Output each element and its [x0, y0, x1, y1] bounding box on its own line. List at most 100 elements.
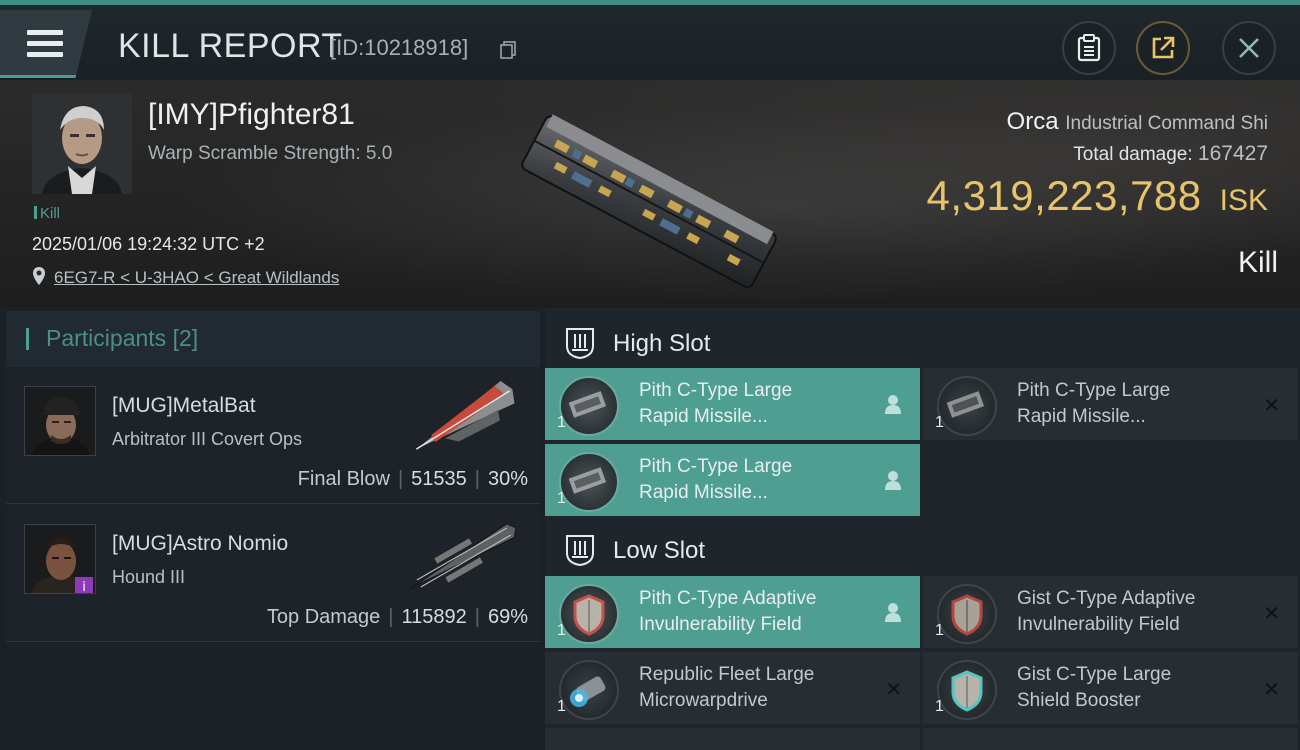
- module-name: Republic Fleet Large Microwarpdrive: [639, 662, 869, 714]
- clipboard-button[interactable]: [1062, 21, 1116, 75]
- participant-row[interactable]: i [MUG]Astro Nomio Hound III Top Damage |…: [6, 506, 540, 642]
- module-quantity: 1: [557, 490, 566, 507]
- destroyed-icon: ✕: [1263, 677, 1280, 701]
- destroyed-icon: ✕: [1263, 393, 1280, 417]
- module-item[interactable]: 1 Pith C-Type Large Rapid Missile...: [545, 444, 920, 516]
- microwarpdrive-icon: [559, 660, 619, 720]
- share-button[interactable]: [1136, 21, 1190, 75]
- destroyed-icon: ✕: [885, 677, 902, 701]
- page-title: KILL REPORT: [118, 27, 343, 65]
- module-name-line2: Microwarpdrive: [639, 690, 768, 711]
- missile-launcher-icon: [559, 376, 619, 436]
- victim-name[interactable]: [IMY]Pfighter81: [148, 98, 355, 132]
- participant-ship: Hound III: [112, 567, 186, 587]
- module-quantity: 1: [557, 622, 566, 639]
- destroyed-icon: ✕: [1263, 601, 1280, 625]
- module-item[interactable]: [923, 728, 1298, 750]
- module-quantity: 1: [557, 698, 566, 715]
- stat-separator: |: [474, 606, 480, 628]
- kill-tag: Kill: [34, 205, 60, 222]
- clipboard-icon: [1077, 34, 1101, 62]
- kill-summary: [IMY]Pfighter81 Warp Scramble Strength: …: [0, 80, 1300, 308]
- share-icon: [1152, 36, 1175, 59]
- svg-text:i: i: [82, 580, 86, 594]
- module-item[interactable]: [545, 728, 920, 750]
- participant-role: Top Damage: [266, 606, 381, 628]
- participant-ship-image: [411, 379, 517, 453]
- menu-button[interactable]: [0, 10, 92, 78]
- participant-row[interactable]: [MUG]MetalBat Arbitrator III Covert Ops …: [6, 368, 540, 504]
- total-damage-value: 167427: [1197, 142, 1268, 165]
- victim-avatar: [32, 94, 132, 194]
- participant-damage: 115892: [401, 606, 467, 628]
- stat-separator: |: [388, 606, 394, 628]
- module-name-line2: Shield Booster: [1017, 690, 1141, 711]
- module-name-line1: Republic Fleet Large: [639, 664, 815, 685]
- module-quantity: 1: [935, 622, 944, 639]
- avatar[interactable]: i: [24, 524, 96, 594]
- top-bar: KILL REPORT [ID:10218918]: [0, 0, 1300, 80]
- victim-ship-name[interactable]: Orca Industrial Command Shi: [1007, 108, 1268, 136]
- stat-separator: |: [397, 468, 404, 490]
- ship-class: Industrial Command Shi: [1065, 113, 1268, 134]
- kill-datetime: 2025/01/06 19:24:32 UTC +2: [32, 234, 265, 254]
- module-name-line1: Pith C-Type Large: [1017, 380, 1171, 401]
- isk-amount: 4,319,223,788: [926, 172, 1202, 219]
- kill-result: Kill: [1237, 246, 1278, 279]
- low-slot-header: Low Slot: [545, 519, 1300, 579]
- victim-portrait[interactable]: [32, 94, 132, 194]
- kill-location-link[interactable]: 6EG7-R < U-3HAO < Great Wildlands: [54, 268, 339, 288]
- participant-portrait: i: [25, 525, 95, 594]
- participant-portrait: [25, 387, 95, 455]
- low-slot-label: Low Slot: [613, 537, 706, 564]
- module-name-line1: Gist C-Type Adaptive: [1017, 588, 1196, 609]
- module-name: Pith C-Type Large Rapid Missile...: [1017, 378, 1247, 430]
- module-name-line2: Invulnerability Field: [639, 614, 802, 635]
- warp-scramble-strength: Warp Scramble Strength: 5.0: [148, 143, 393, 164]
- module-quantity: 1: [935, 414, 944, 431]
- participant-stats: Top Damage | 115892 | 69%: [267, 606, 528, 629]
- participant-name[interactable]: [MUG]MetalBat: [112, 394, 256, 418]
- module-name-line1: Pith C-Type Large: [639, 380, 793, 401]
- module-item[interactable]: 1 Pith C-Type Large Rapid Missile...: [545, 368, 920, 440]
- participant-ship-image: [409, 522, 517, 590]
- location-pin-icon: [33, 267, 45, 285]
- hamburger-icon: [27, 30, 63, 35]
- module-item[interactable]: 1 Pith C-Type Large Rapid Missile... ✕: [923, 368, 1298, 440]
- victim-ship-image: [521, 114, 777, 289]
- module-name: Pith C-Type Adaptive Invulnerability Fiel…: [639, 586, 869, 638]
- avatar[interactable]: [24, 386, 96, 456]
- report-id: [ID:10218918]: [330, 35, 469, 60]
- participant-stats: Final Blow | 51535 | 30%: [298, 468, 528, 491]
- module-name-line2: Invulnerability Field: [1017, 614, 1180, 635]
- missile-launcher-icon: [559, 452, 619, 512]
- shield-icon: [559, 584, 619, 644]
- high-slot-header: High Slot: [545, 312, 1300, 372]
- participant-name[interactable]: [MUG]Astro Nomio: [112, 532, 288, 556]
- participants-title: Participants [2]: [46, 325, 198, 352]
- module-name-line2: Rapid Missile...: [639, 406, 768, 427]
- module-name-line1: Pith C-Type Large: [639, 456, 793, 477]
- module-name: Pith C-Type Large Rapid Missile...: [639, 378, 869, 430]
- module-item[interactable]: 1 Pith C-Type Adaptive Invulnerability Fi…: [545, 576, 920, 648]
- module-name-line1: Gist C-Type Large: [1017, 664, 1172, 685]
- pilot-icon: [885, 603, 901, 622]
- module-name: Gist C-Type Adaptive Invulnerability Fiel…: [1017, 586, 1247, 638]
- module-item[interactable]: 1 Republic Fleet Large Microwarpdrive ✕: [545, 652, 920, 724]
- module-name-line2: Rapid Missile...: [639, 482, 768, 503]
- module-item[interactable]: 1 Gist C-Type Large Shield Booster ✕: [923, 652, 1298, 724]
- shield-icon: [937, 584, 997, 644]
- close-button[interactable]: [1222, 21, 1276, 75]
- module-name: Gist C-Type Large Shield Booster: [1017, 662, 1247, 714]
- participant-role: Final Blow: [297, 468, 390, 490]
- total-damage: Total damage: 167427: [1073, 142, 1268, 166]
- module-item[interactable]: 1 Gist C-Type Adaptive Invulnerability Fi…: [923, 576, 1298, 648]
- copy-icon[interactable]: [500, 41, 516, 59]
- close-icon: [1239, 38, 1259, 58]
- hamburger-icon-bar: [27, 41, 63, 46]
- module-quantity: 1: [935, 698, 944, 715]
- high-slot-icon: [566, 328, 594, 360]
- total-damage-label: Total damage:: [1073, 144, 1193, 165]
- pilot-icon: [885, 471, 901, 490]
- module-name: Pith C-Type Large Rapid Missile...: [639, 454, 869, 506]
